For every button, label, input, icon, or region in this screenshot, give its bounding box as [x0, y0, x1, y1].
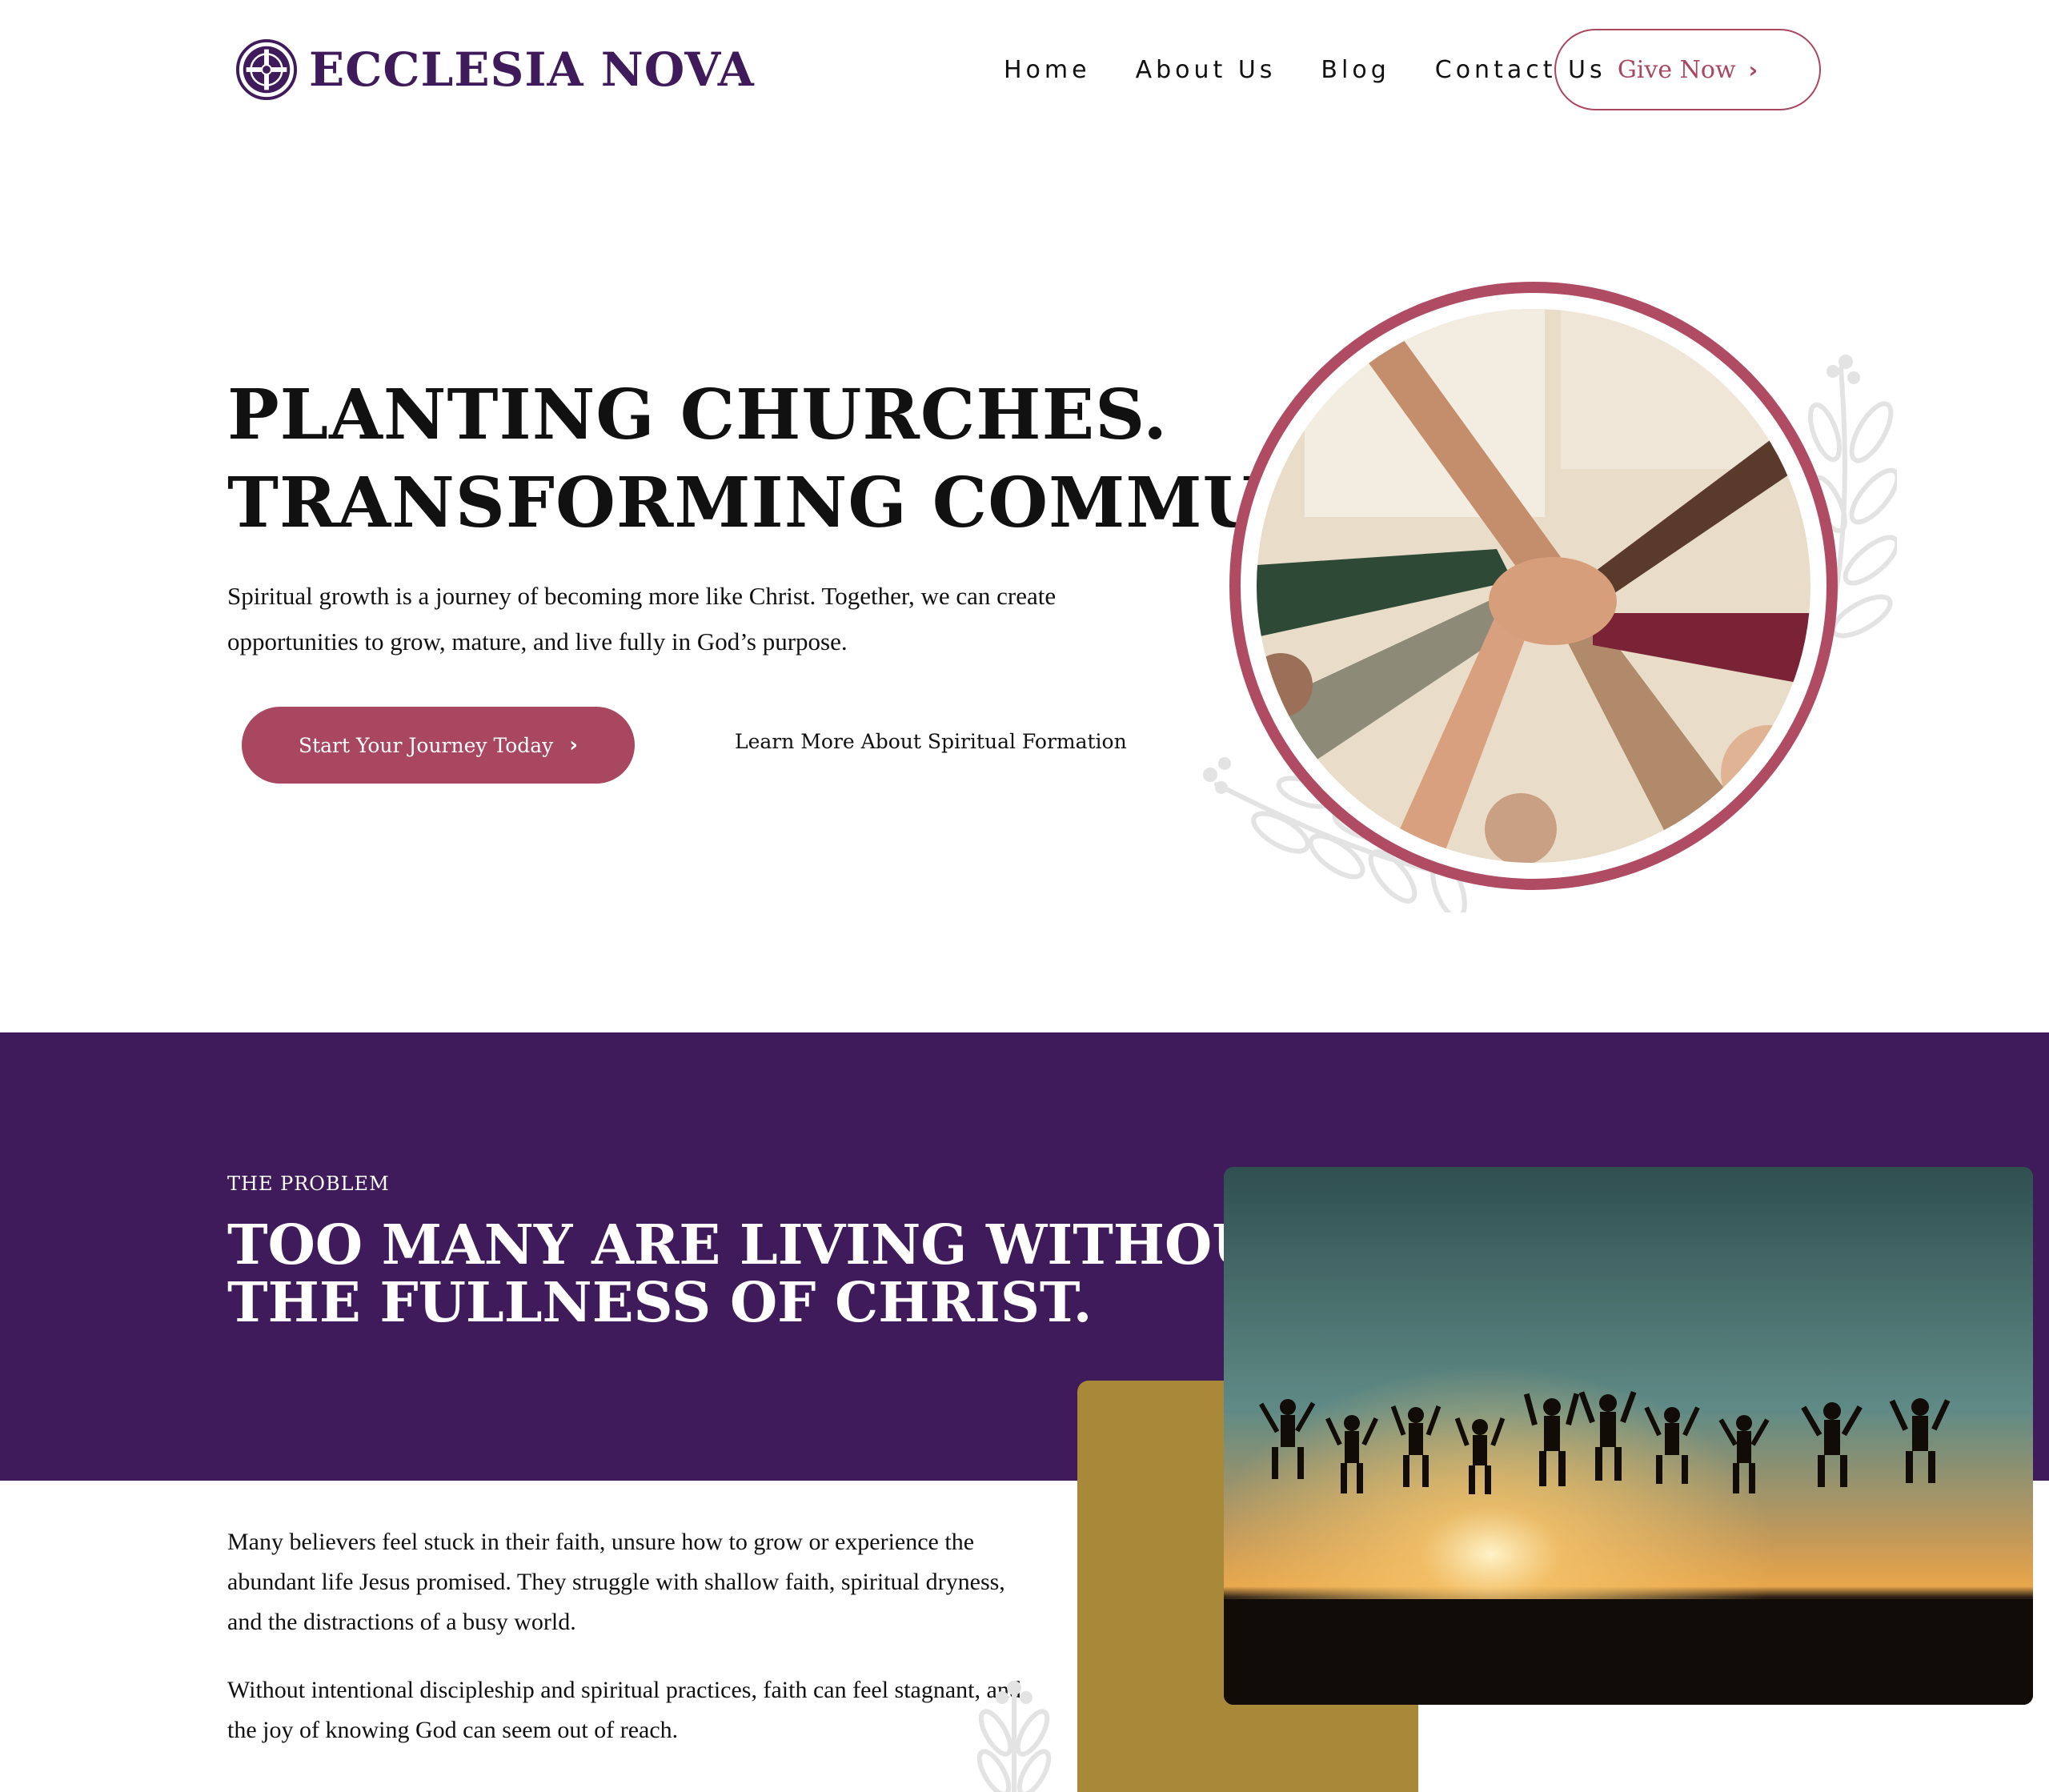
- hero-description: Spiritual growth is a journey of becomin…: [227, 582, 1057, 655]
- problem-eyebrow: THE PROBLEM: [227, 1173, 390, 1195]
- chevron-right-icon: ›: [569, 733, 579, 757]
- problem-paragraph-2: Without intentional discipleship and spi…: [227, 1677, 1021, 1743]
- site-header: ECCLESIA NOVA Home About Us Blog Contact…: [0, 0, 2049, 140]
- learn-more-link[interactable]: Learn More About Spiritual Formation: [735, 730, 1127, 753]
- sunset-jumping-people-photo: [1224, 1167, 2033, 1705]
- chevron-right-icon: ›: [1748, 56, 1758, 83]
- start-journey-button[interactable]: Start Your Journey Today ›: [242, 707, 635, 784]
- problem-title-line2: THE FULLNESS OF CHRIST.: [227, 1271, 1093, 1335]
- hero-title-line1: PLANTING CHURCHES.: [227, 375, 1169, 455]
- leaf-sprig-icon: [976, 1681, 1052, 1792]
- hero-title-line2: TRANSFORMING COMMUNITIES.: [227, 463, 1572, 543]
- brand-name: ECCLESIA NOVA: [309, 42, 755, 97]
- nav-home[interactable]: Home: [1004, 48, 1091, 93]
- hands-together-photo: [1257, 309, 1810, 863]
- problem-paragraph-1: Many believers feel stuck in their faith…: [227, 1529, 1005, 1635]
- hero-image-frame: [1193, 272, 1897, 912]
- problem-title-line1: TOO MANY ARE LIVING WITHOUT: [227, 1213, 1301, 1277]
- nav-about-us[interactable]: About Us: [1136, 48, 1277, 93]
- brand-logo[interactable]: ECCLESIA NOVA: [235, 38, 755, 101]
- give-now-label: Give Now: [1617, 55, 1736, 84]
- hero-title: PLANTING CHURCHES. TRANSFORMING COMMUNIT…: [227, 371, 1572, 547]
- start-journey-label: Start Your Journey Today: [298, 733, 554, 757]
- problem-title: TOO MANY ARE LIVING WITHOUT THE FULLNESS…: [227, 1213, 1301, 1335]
- celtic-cross-icon: [235, 38, 298, 101]
- nav-blog[interactable]: Blog: [1321, 48, 1389, 93]
- give-now-button[interactable]: Give Now ›: [1554, 29, 1821, 110]
